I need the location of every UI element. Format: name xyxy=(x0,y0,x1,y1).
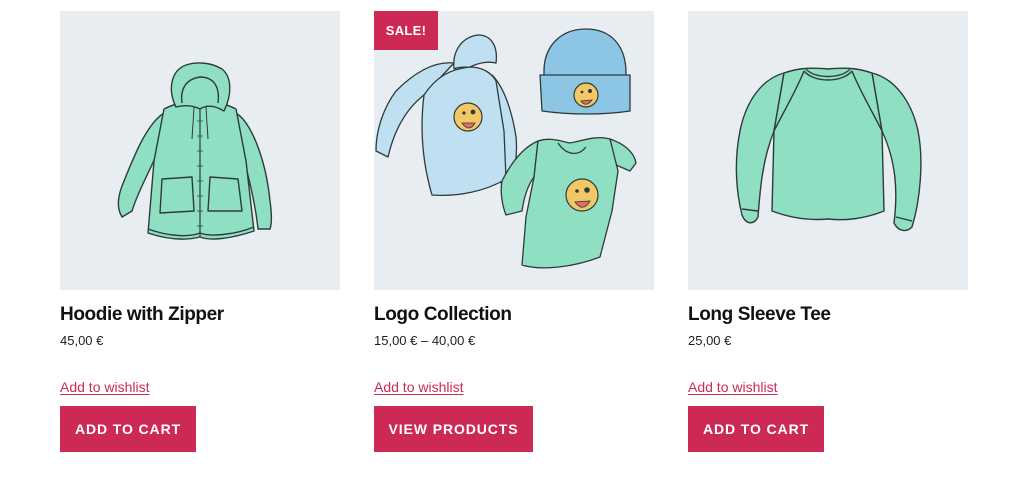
product-image-link[interactable]: SALE! xyxy=(374,11,654,290)
product-title[interactable]: Logo Collection xyxy=(374,304,512,326)
add-to-wishlist-link[interactable]: Add to wishlist xyxy=(374,379,463,395)
product-card-long-sleeve-tee: Long Sleeve Tee 25,00 € Add to wishlist … xyxy=(688,11,968,452)
sale-badge: SALE! xyxy=(374,11,438,50)
product-image-link[interactable] xyxy=(60,11,340,290)
add-to-wishlist-link[interactable]: Add to wishlist xyxy=(60,379,149,395)
hoodie-with-zipper-image xyxy=(117,62,273,240)
long-sleeve-tee-image xyxy=(735,67,922,232)
logo-collection-image xyxy=(375,28,637,269)
product-title[interactable]: Long Sleeve Tee xyxy=(688,304,831,326)
add-to-cart-button[interactable]: ADD TO CART xyxy=(688,406,824,452)
product-price: 25,00 € xyxy=(688,333,732,348)
product-image-link[interactable] xyxy=(688,11,968,290)
product-card-hoodie-with-zipper: Hoodie with Zipper 45,00 € Add to wishli… xyxy=(60,11,340,452)
view-products-button[interactable]: VIEW PRODUCTS xyxy=(374,406,533,452)
product-title[interactable]: Hoodie with Zipper xyxy=(60,304,224,326)
product-price: 15,00 € – 40,00 € xyxy=(374,333,476,348)
add-to-cart-button[interactable]: ADD TO CART xyxy=(60,406,196,452)
product-price: 45,00 € xyxy=(60,333,104,348)
product-card-logo-collection: SALE! Logo Collection 15,00 € – 40,00 € … xyxy=(374,11,654,452)
add-to-wishlist-link[interactable]: Add to wishlist xyxy=(688,379,777,395)
